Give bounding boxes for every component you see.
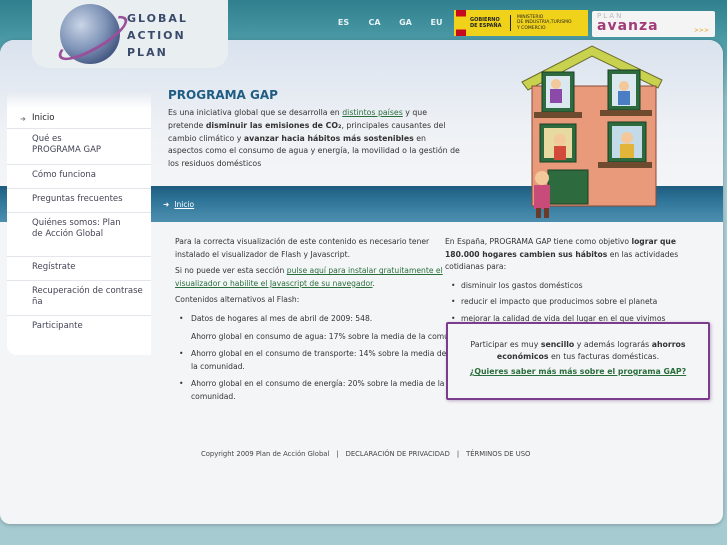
breadcrumb: ➜ Inicio (163, 200, 194, 209)
objective-text: En España, PROGRAMA GAP tiene como objet… (445, 236, 707, 330)
objective-list: disminuir los gastos domésticos reducir … (445, 280, 707, 326)
list-item: Ahorro global en consumo de agua: 17% so… (191, 331, 455, 344)
house-illustration (521, 45, 663, 218)
list-item: Ahorro global en el consumo de energía: … (179, 378, 455, 403)
sidebar-nav: ➜ Inicio Qué es PROGRAMA GAP Cómo funcio… (7, 89, 151, 355)
sidebar-item-quienes-somos[interactable]: Quiénes somos: Plan de Acción Global (7, 213, 151, 257)
paises-link[interactable]: distintos países (342, 108, 403, 117)
lang-eu-link[interactable]: EU (421, 18, 452, 27)
language-selector: ES CA GA EU (328, 18, 452, 27)
sidebar-item-como-funciona[interactable]: Cómo funciona (7, 165, 151, 189)
list-item: Ahorro global en el consumo de transport… (179, 348, 455, 373)
sidebar-item-que-es[interactable]: Qué es PROGRAMA GAP (7, 129, 151, 165)
callout-box: Participar es muy sencillo y además logr… (446, 322, 710, 400)
sidebar-item-participante[interactable]: Participante (7, 316, 151, 336)
flash-alternative-content: Para la correcta visualización de este c… (175, 236, 455, 409)
plan-avanza-logo[interactable]: PLAN avanza >>> (592, 11, 715, 37)
stats-list: Datos de hogares al mes de abril de 2009… (175, 313, 455, 404)
logo-text: GLOBAL ACTION PLAN (127, 12, 188, 59)
sidebar-item-registrate[interactable]: Regístrate (7, 257, 151, 281)
sidebar-item-recuperacion[interactable]: Recuperación de contraseña (7, 281, 151, 316)
intro-text: Es una iniciativa global que se desarrol… (168, 108, 460, 169)
lang-ga-link[interactable]: GA (390, 18, 421, 27)
lang-ca-link[interactable]: CA (359, 18, 390, 27)
footer-divider: | (456, 450, 460, 458)
privacy-link[interactable]: DECLARACIÓN DE PRIVACIDAD (346, 450, 450, 458)
spain-shield-icon (456, 10, 466, 36)
page-title: PROGRAMA GAP (168, 88, 278, 102)
sidebar-item-preguntas[interactable]: Preguntas frecuentes (7, 189, 151, 213)
more-info-link[interactable]: ¿Quieres saber más más sobre el programa… (448, 367, 708, 376)
arrow-right-icon: ➜ (163, 200, 170, 209)
copyright-text: Copyright 2009 Plan de Acción Global (201, 450, 330, 458)
arrow-right-icon: ➜ (20, 115, 26, 123)
footer-divider: | (336, 450, 339, 458)
sidebar-item-inicio[interactable]: ➜ Inicio (7, 109, 151, 129)
globe-icon (60, 4, 120, 64)
lang-es-link[interactable]: ES (328, 18, 359, 27)
list-item: Datos de hogares al mes de abril de 2009… (179, 313, 455, 326)
terms-link[interactable]: TÉRMINOS DE USO (466, 450, 530, 458)
list-item: reducir el impacto que producimos sobre … (451, 296, 707, 309)
breadcrumb-inicio-link[interactable]: Inicio (174, 200, 194, 209)
logo[interactable]: GLOBAL ACTION PLAN (32, 0, 228, 68)
list-item: disminuir los gastos domésticos (451, 280, 707, 293)
gobierno-logo[interactable]: GOBIERNO DE ESPAÑA MINISTERIO DE INDUSTR… (454, 10, 588, 36)
footer: Copyright 2009 Plan de Acción Global | D… (201, 450, 530, 458)
